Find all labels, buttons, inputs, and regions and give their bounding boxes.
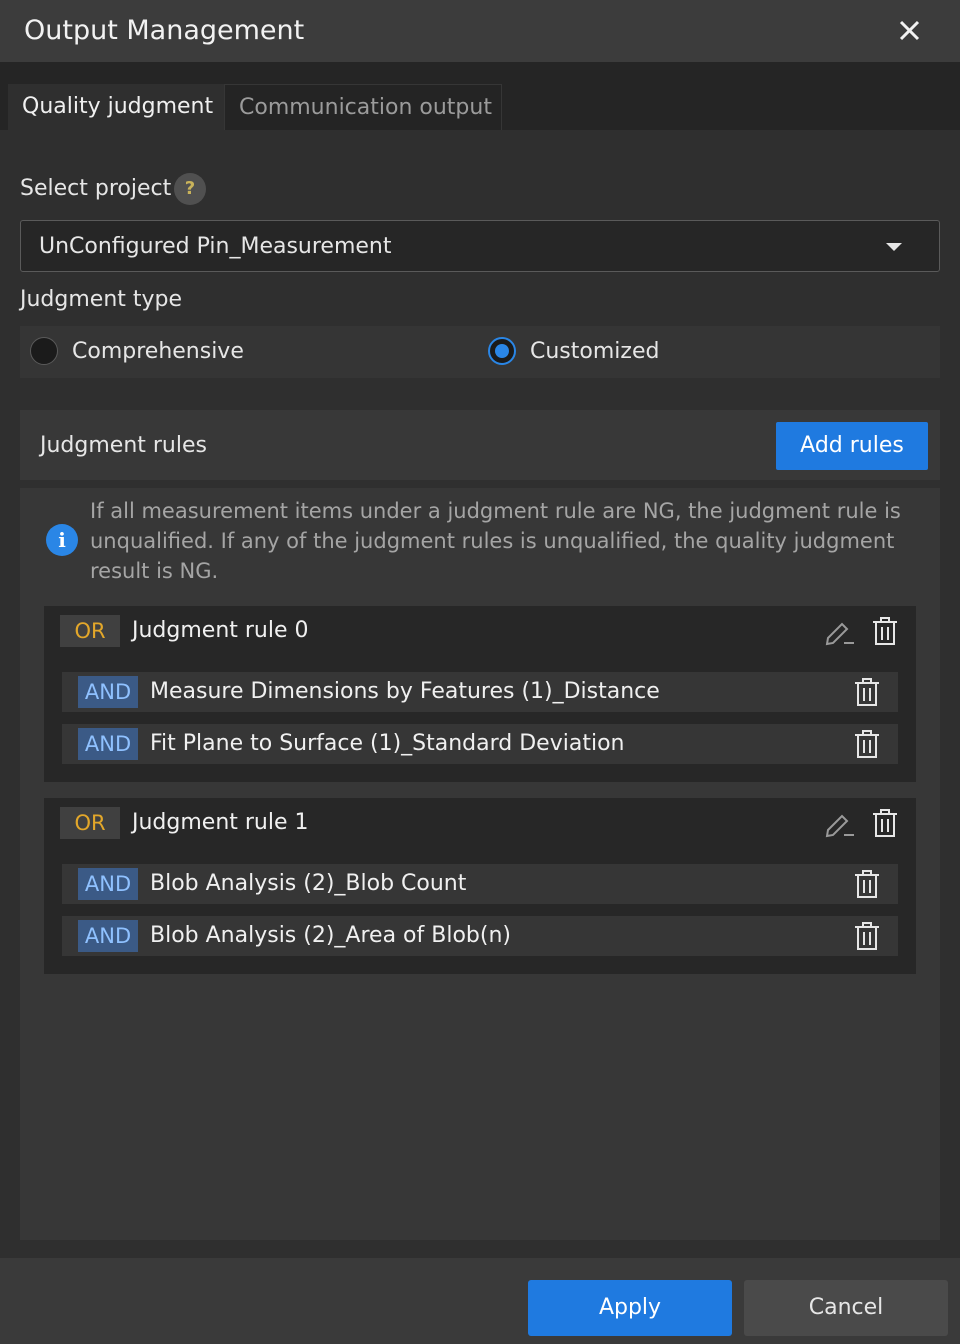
- edit-icon: [825, 814, 854, 838]
- judgment-type-label: Judgment type: [20, 287, 183, 312]
- info-text: If all measurement items under a judgmen…: [90, 499, 901, 583]
- help-icon[interactable]: ?: [174, 173, 206, 205]
- chevron-down-icon[interactable]: [886, 243, 902, 251]
- trash-icon: [873, 617, 897, 645]
- edit-rule-button[interactable]: [822, 806, 856, 840]
- add-rules-button[interactable]: Add rules: [776, 422, 928, 470]
- info-icon: i: [46, 524, 78, 556]
- and-badge: AND: [78, 728, 138, 760]
- project-select[interactable]: UnConfigured Pin_Measurement: [20, 220, 940, 272]
- rule-item-name: Fit Plane to Surface (1)_Standard Deviat…: [150, 731, 625, 756]
- radio-comprehensive[interactable]: [30, 337, 58, 365]
- project-select-value: UnConfigured Pin_Measurement: [39, 234, 392, 259]
- dialog-title: Output Management: [24, 15, 305, 46]
- edit-icon: [825, 622, 854, 646]
- trash-icon: [855, 678, 879, 706]
- judgment-rule-title: Judgment rule 1: [132, 810, 309, 835]
- trash-icon: [855, 730, 879, 758]
- edit-rule-button[interactable]: [822, 614, 856, 648]
- tab-quality-judgment[interactable]: Quality judgment: [8, 84, 224, 130]
- apply-button[interactable]: Apply: [528, 1280, 732, 1336]
- tab-communication-output[interactable]: Communication output: [224, 84, 502, 130]
- cancel-button[interactable]: Cancel: [744, 1280, 948, 1336]
- delete-item-button[interactable]: [850, 919, 884, 953]
- select-project-label: Select project: [20, 176, 172, 201]
- judgment-rules-title: Judgment rules: [40, 433, 207, 458]
- trash-icon: [855, 870, 879, 898]
- rule-item-name: Blob Analysis (2)_Area of Blob(n): [150, 923, 511, 948]
- close-button[interactable]: [888, 10, 930, 52]
- radio-customized-dot: [495, 344, 509, 358]
- radio-customized-label[interactable]: Customized: [530, 338, 659, 366]
- rule-item-name: Blob Analysis (2)_Blob Count: [150, 871, 467, 896]
- delete-rule-button[interactable]: [868, 614, 902, 648]
- or-badge: OR: [60, 615, 120, 647]
- radio-comprehensive-label[interactable]: Comprehensive: [72, 338, 244, 366]
- trash-icon: [873, 809, 897, 837]
- delete-item-button[interactable]: [850, 727, 884, 761]
- and-badge: AND: [78, 920, 138, 952]
- delete-item-button[interactable]: [850, 867, 884, 901]
- or-badge: OR: [60, 807, 120, 839]
- trash-icon: [855, 922, 879, 950]
- delete-item-button[interactable]: [850, 675, 884, 709]
- rule-item-name: Measure Dimensions by Features (1)_Dista…: [150, 679, 660, 704]
- close-icon: [899, 20, 920, 41]
- judgment-rule-title: Judgment rule 0: [132, 618, 309, 643]
- delete-rule-button[interactable]: [868, 806, 902, 840]
- and-badge: AND: [78, 868, 138, 900]
- and-badge: AND: [78, 676, 138, 708]
